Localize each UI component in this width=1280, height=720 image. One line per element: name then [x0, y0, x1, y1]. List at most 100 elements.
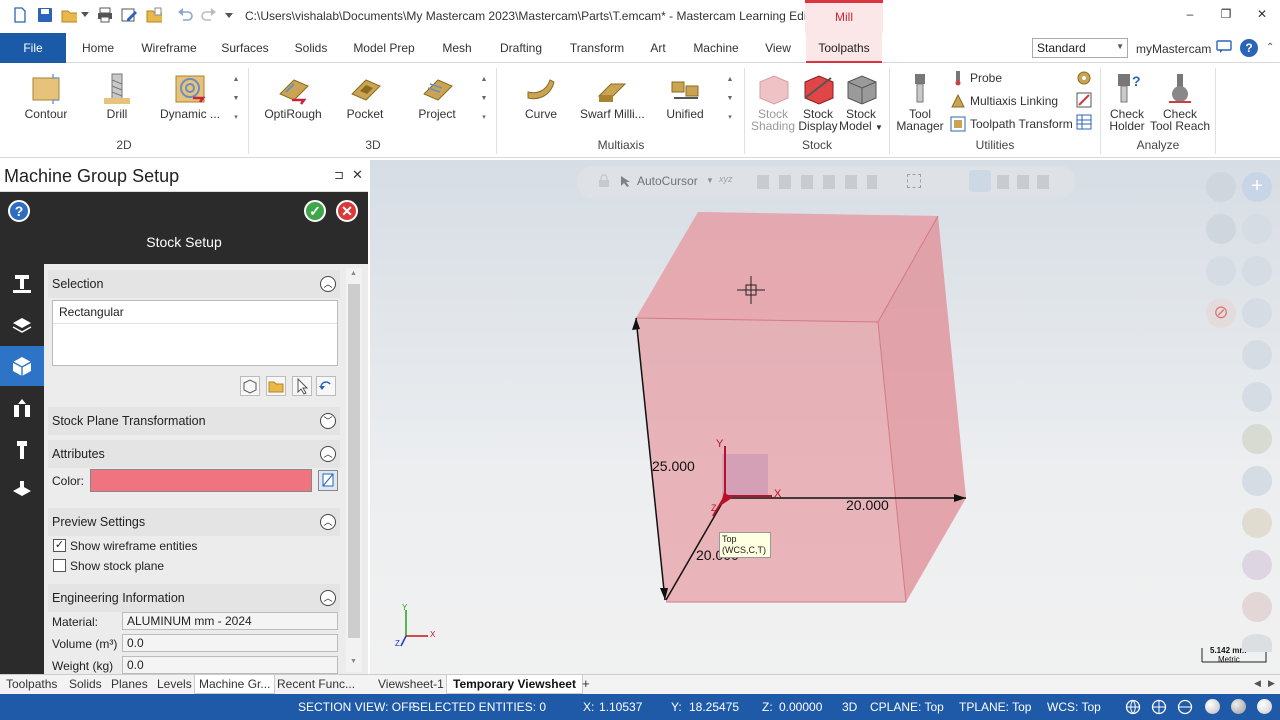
- tplane-status[interactable]: TPLANE: Top: [959, 700, 1031, 714]
- file-folder-icon[interactable]: [146, 7, 162, 23]
- show-stock-plane-checkbox[interactable]: [53, 559, 66, 572]
- chevron-up-icon[interactable]: ︿: [320, 446, 336, 462]
- view-toolbar-button[interactable]: [1206, 172, 1236, 202]
- chevron-up-icon[interactable]: ︿: [320, 276, 336, 292]
- utility-gear-icon[interactable]: [1076, 70, 1092, 86]
- scroll-left-icon[interactable]: ◀: [1254, 678, 1261, 689]
- tab-transform[interactable]: Transform: [564, 33, 630, 63]
- unified-button[interactable]: Unified: [660, 72, 710, 120]
- tab-toolpaths-manager[interactable]: Toolpaths: [6, 677, 57, 691]
- scroll-up-icon[interactable]: ▲: [350, 270, 357, 277]
- stock-setup-icon[interactable]: [0, 346, 44, 386]
- optirough-button[interactable]: OptiRough: [262, 72, 324, 120]
- chat-icon[interactable]: [1216, 40, 1232, 56]
- stock-model-button[interactable]: Stock Model ▼: [838, 72, 884, 134]
- engineering-section-header[interactable]: Engineering Information ︿: [48, 584, 340, 612]
- highlight-icon[interactable]: [1242, 424, 1272, 454]
- color-picker-icon[interactable]: [318, 470, 338, 491]
- contour-button[interactable]: Contour: [16, 72, 76, 120]
- add-viewsheet-button[interactable]: +: [582, 676, 590, 691]
- stock-plane-section-header[interactable]: Stock Plane Transformation ﹀: [48, 407, 340, 435]
- selection-section-header[interactable]: Selection ︿: [48, 270, 340, 298]
- tool-manager-button[interactable]: Tool Manager: [894, 72, 946, 132]
- stock-view-icon[interactable]: [1242, 592, 1272, 622]
- graphics-viewport[interactable]: AutoCursor ▼ xyz 25.000 20.000 20.000 Y …: [370, 160, 1280, 674]
- list-item[interactable]: Rectangular: [53, 301, 337, 324]
- scrollbar-thumb[interactable]: [348, 284, 360, 638]
- tab-temporary-viewsheet[interactable]: Temporary Viewsheet: [446, 675, 583, 694]
- dynamic-button[interactable]: Dynamic ...: [158, 72, 222, 120]
- solid-view-icon[interactable]: [1242, 508, 1272, 538]
- check-tool-reach-button[interactable]: Check Tool Reach: [1150, 72, 1210, 132]
- gallery-scroll-3d[interactable]: ▲ ▼ ▾: [478, 70, 490, 128]
- collapse-ribbon-icon[interactable]: ⌃: [1266, 42, 1274, 53]
- drill-button[interactable]: Drill: [94, 72, 140, 120]
- pocket-button[interactable]: Pocket: [340, 72, 390, 120]
- cancel-button[interactable]: ✕: [336, 200, 358, 222]
- stock-shading-button[interactable]: Stock Shading: [750, 72, 796, 132]
- stock-layers-icon[interactable]: [0, 304, 44, 344]
- tab-surfaces[interactable]: Surfaces: [214, 33, 276, 63]
- globe-hidden-icon[interactable]: [1177, 699, 1193, 715]
- machine-properties-icon[interactable]: [0, 264, 44, 304]
- stock-model-tools-icon[interactable]: [0, 470, 44, 510]
- show-wireframe-checkbox[interactable]: ✓: [53, 539, 66, 552]
- minimize-button[interactable]: –: [1177, 4, 1203, 24]
- ok-button[interactable]: ✓: [304, 200, 326, 222]
- stock-display-button[interactable]: Stock Display: [796, 72, 840, 132]
- gear-icon[interactable]: [1206, 256, 1236, 286]
- translucent-sphere-icon[interactable]: [1257, 699, 1272, 714]
- select-pointer-icon[interactable]: [292, 376, 312, 396]
- tab-machine-group[interactable]: Machine Gr...: [194, 675, 276, 694]
- shaded-sphere-dark-icon[interactable]: [1231, 699, 1246, 714]
- new-file-icon[interactable]: [12, 7, 28, 23]
- tab-art[interactable]: Art: [644, 33, 672, 63]
- chevron-down-icon[interactable]: ﹀: [320, 413, 336, 429]
- color-swatch[interactable]: [90, 469, 312, 492]
- help-button[interactable]: ?: [8, 200, 30, 222]
- curve-view-icon[interactable]: [1242, 298, 1272, 328]
- tab-home[interactable]: Home: [76, 33, 120, 63]
- tab-levels-manager[interactable]: Levels: [157, 677, 192, 691]
- fixtures-icon[interactable]: [0, 388, 44, 428]
- swarf-milling-button[interactable]: Swarf Milli...: [580, 72, 645, 120]
- render-icon[interactable]: [1242, 466, 1272, 496]
- tab-model-prep[interactable]: Model Prep: [348, 33, 420, 63]
- globe-wireframe-icon[interactable]: [1151, 699, 1167, 715]
- project-button[interactable]: Project: [410, 72, 464, 120]
- close-button[interactable]: ✕: [1249, 4, 1275, 24]
- dropdown-arrow-icon[interactable]: [80, 7, 90, 23]
- scroll-right-icon[interactable]: ▶: [1268, 678, 1275, 689]
- print-icon[interactable]: [97, 7, 113, 23]
- add-view-icon[interactable]: +: [1242, 172, 1272, 202]
- tab-file[interactable]: File: [0, 33, 66, 63]
- toolpath-transform-button[interactable]: Toolpath Transform: [950, 114, 1073, 134]
- scroll-down-icon[interactable]: ▼: [350, 658, 357, 665]
- utility-table-icon[interactable]: [1076, 114, 1092, 130]
- attributes-section-header[interactable]: Attributes ︿: [48, 440, 340, 468]
- section-view-status[interactable]: SECTION VIEW: OFF: [298, 700, 416, 714]
- open-file-icon[interactable]: [266, 376, 286, 396]
- tab-solids[interactable]: Solids: [288, 33, 334, 63]
- probe-button[interactable]: Probe: [950, 68, 1002, 88]
- tab-drafting[interactable]: Drafting: [492, 33, 550, 63]
- section-view-icon[interactable]: [1242, 340, 1272, 370]
- solid-box-icon[interactable]: [240, 376, 260, 396]
- tab-view[interactable]: View: [760, 33, 796, 63]
- gallery-scroll-2d[interactable]: ▲ ▼ ▾: [230, 70, 242, 128]
- chevron-up-icon[interactable]: ︿: [320, 590, 336, 606]
- reset-arrow-icon[interactable]: [316, 376, 336, 396]
- panel-scrollbar[interactable]: ▲ ▼: [346, 268, 362, 672]
- shaded-sphere-icon[interactable]: [1205, 699, 1220, 714]
- preview-section-header[interactable]: Preview Settings ︿: [48, 508, 340, 536]
- tab-planes-manager[interactable]: Planes: [111, 677, 148, 691]
- multiaxis-linking-button[interactable]: Multiaxis Linking: [950, 91, 1058, 111]
- curve-button[interactable]: Curve: [516, 72, 566, 120]
- stock-selection-list[interactable]: Rectangular: [52, 300, 338, 366]
- color-view-icon[interactable]: [1242, 550, 1272, 580]
- open-folder-icon[interactable]: [61, 7, 77, 23]
- help-icon[interactable]: ?: [1240, 39, 1258, 57]
- cplane-status[interactable]: CPLANE: Top: [870, 700, 944, 714]
- workspace-select[interactable]: Standard ▼: [1032, 38, 1128, 58]
- chevron-up-icon[interactable]: ︿: [320, 514, 336, 530]
